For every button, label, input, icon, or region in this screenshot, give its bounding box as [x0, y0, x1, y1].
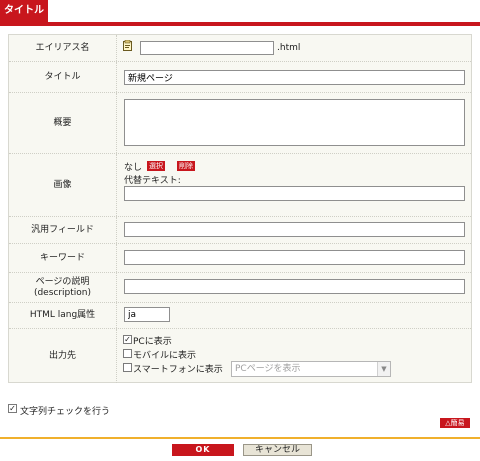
summary-label: 概要: [9, 93, 117, 153]
lang-input[interactable]: [124, 307, 170, 322]
description-label: ページの説明 (description): [9, 273, 117, 302]
image-status: なし: [124, 163, 143, 173]
alias-file-icon[interactable]: [123, 39, 132, 51]
row-general-field: 汎用フィールド: [9, 217, 471, 244]
row-description: ページの説明 (description): [9, 273, 471, 303]
image-label: 画像: [9, 154, 117, 216]
tab-bar: タイトル: [0, 0, 480, 26]
pc-checkbox[interactable]: ✓: [123, 335, 132, 344]
title-input[interactable]: [124, 70, 465, 85]
description-label-line2: (description): [33, 287, 92, 298]
keyword-label: キーワード: [9, 244, 117, 272]
tab-title[interactable]: タイトル: [0, 0, 48, 22]
description-label-line1: ページの説明: [35, 276, 90, 287]
title-label: タイトル: [9, 62, 117, 92]
tab-underline: [0, 22, 480, 26]
description-input[interactable]: [124, 279, 465, 294]
keyword-input[interactable]: [124, 250, 465, 265]
row-output: 出力先 ✓ PCに表示 モバイルに表示 スマートフォンに表示 PCページを表示 …: [9, 329, 471, 383]
chevron-down-icon: ▼: [377, 362, 390, 376]
cancel-button[interactable]: キャンセル: [243, 444, 312, 456]
summary-textarea[interactable]: [124, 99, 465, 146]
string-check-label: 文字列チェックを行う: [20, 407, 111, 417]
row-image: 画像 なし 選択 削除 代替テキスト:: [9, 154, 471, 217]
smartphone-display-value: PCページを表示: [235, 364, 301, 374]
mobile-label: モバイルに表示: [133, 351, 197, 361]
smartphone-checkbox[interactable]: [123, 363, 132, 372]
mobile-checkbox[interactable]: [123, 349, 132, 358]
row-keyword: キーワード: [9, 244, 471, 273]
string-check-checkbox[interactable]: ✓: [8, 404, 17, 413]
footer-divider: [0, 437, 480, 439]
lang-label: HTML lang属性: [9, 303, 117, 328]
alias-input[interactable]: [140, 41, 274, 55]
simple-mode-button[interactable]: △簡易: [440, 418, 470, 428]
output-label: 出力先: [9, 329, 117, 383]
image-select-button[interactable]: 選択: [147, 161, 165, 171]
row-title: タイトル: [9, 62, 471, 93]
smartphone-display-select[interactable]: PCページを表示 ▼: [231, 361, 391, 377]
row-summary: 概要: [9, 93, 471, 154]
alias-label: エイリアス名: [9, 35, 117, 61]
alt-text-label: 代替テキスト:: [124, 176, 181, 186]
general-field-label: 汎用フィールド: [9, 217, 117, 243]
row-alias: エイリアス名 .html: [9, 35, 471, 62]
alias-suffix: .html: [277, 43, 301, 53]
page-settings-form: エイリアス名 .html タイトル 概要 画像 なし 選択 削除 代替テキスト:…: [8, 34, 472, 383]
image-delete-button[interactable]: 削除: [177, 161, 195, 171]
general-field-input[interactable]: [124, 222, 465, 237]
alt-text-input[interactable]: [124, 186, 465, 201]
smartphone-label: スマートフォンに表示: [133, 365, 223, 375]
row-lang: HTML lang属性: [9, 303, 471, 329]
pc-label: PCに表示: [133, 337, 172, 347]
ok-button[interactable]: OK: [172, 444, 234, 456]
